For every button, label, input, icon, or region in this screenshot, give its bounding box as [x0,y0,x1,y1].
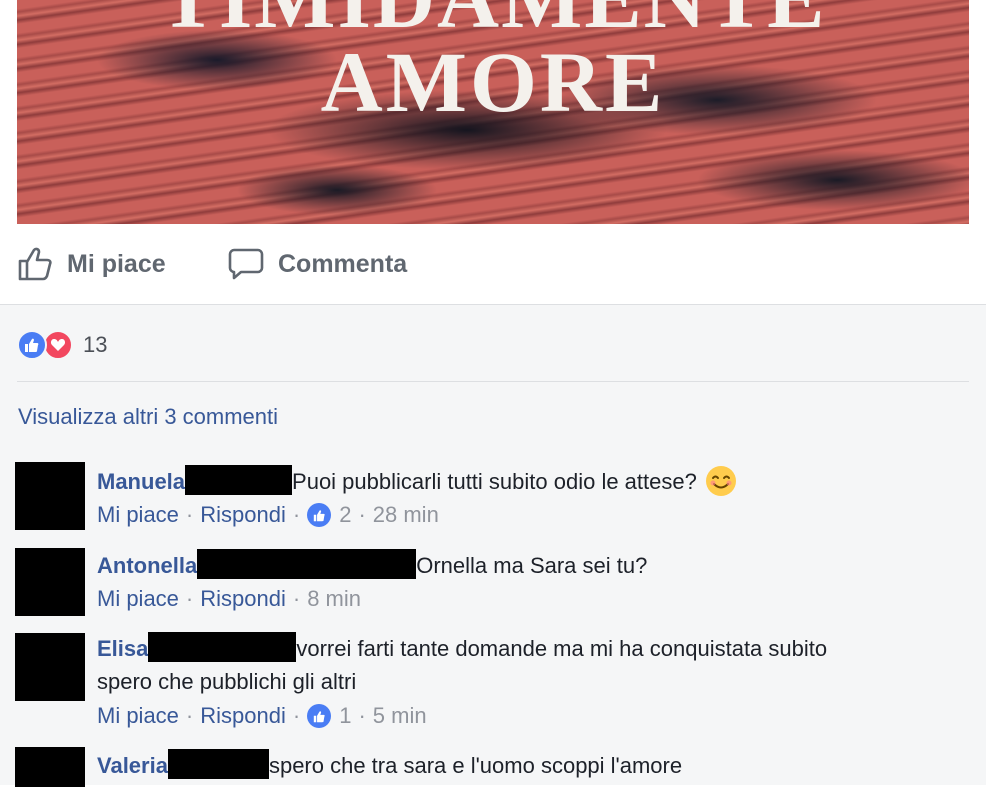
reactions-count: 13 [83,332,108,357]
comment-like-count[interactable]: 2 [339,502,351,528]
comment-body-line2: spero che pubblichi gli altri [97,669,357,694]
comment-meta: Mi piace · Rispondi · 2 · 28 min [97,502,439,528]
avatar[interactable] [15,462,85,530]
avatar[interactable] [15,548,85,616]
comment-meta: Mi piace · Rispondi · 1 · 5 min [97,703,427,729]
comment-author[interactable]: Elisa [97,636,148,661]
comments-panel: 13 Visualizza altri 3 commenti Manuela Pu… [0,305,986,787]
like-button-label: Mi piace [67,249,166,278]
comment-text-line: Antonella Ornella ma Sara sei tu? [97,549,957,582]
redacted-name [197,549,417,579]
comment-text-line: Manuela Puoi pubblicarli tutti subito odi… [97,465,957,498]
view-more-comments-link[interactable]: Visualizza altri 3 commenti [18,404,278,430]
like-reaction-icon [17,330,47,360]
comment-timestamp[interactable]: 28 min [373,502,439,528]
redacted-name [148,632,297,662]
comment-body: vorrei farti tante domande ma mi ha conq… [296,636,828,661]
comment-button-label: Commenta [278,249,408,278]
speech-bubble-icon [228,248,264,280]
like-reaction-icon [307,704,332,728]
reactions-summary[interactable]: 13 [17,330,107,360]
comment-reply-link[interactable]: Rispondi [200,703,286,729]
comment-button[interactable]: Commenta [228,246,407,282]
post-action-bar: Mi piace Commenta [0,224,986,305]
redacted-name [167,749,269,779]
comment-meta: Mi piace · Rispondi · 8 min [97,586,361,612]
comment-body: spero che tra sara e l'uomo scoppi l'amo… [268,753,683,778]
like-reaction-icon [307,503,332,527]
love-reaction-icon [43,330,73,360]
comment-reply-link[interactable]: Rispondi [200,586,286,612]
comment-body: Ornella ma Sara sei tu? [416,553,648,578]
comment-text-line: Elisa vorrei farti tante domande ma mi ha… [97,632,957,698]
comment-timestamp[interactable]: 8 min [307,586,361,612]
divider [17,381,969,382]
comment-like-count[interactable]: 1 [339,703,351,729]
comment-timestamp[interactable]: 5 min [373,703,427,729]
comment-text-line: Valeria spero che tra sara e l'uomo scopp… [97,749,957,782]
comment-author[interactable]: Valeria [97,753,168,778]
comment-author[interactable]: Antonella [97,553,197,578]
redacted-name [185,465,293,495]
comment-like-link[interactable]: Mi piace [97,502,179,528]
comment-like-link[interactable]: Mi piace [97,586,179,612]
comment-author[interactable]: Manuela [97,469,185,494]
comment-like-link[interactable]: Mi piace [97,703,179,729]
avatar[interactable] [15,633,85,701]
cover-title-line2: AMORE [320,34,666,130]
thumbs-up-outline-icon [18,247,52,281]
smiling-face-icon [705,466,736,496]
comment-reply-link[interactable]: Rispondi [200,502,286,528]
like-button[interactable]: Mi piace [17,246,166,282]
post-cover-image[interactable]: TIMIDAMENTE AMORE [17,0,969,224]
comment-body: Puoi pubblicarli tutti subito odio le at… [292,469,697,494]
avatar[interactable] [15,747,85,787]
